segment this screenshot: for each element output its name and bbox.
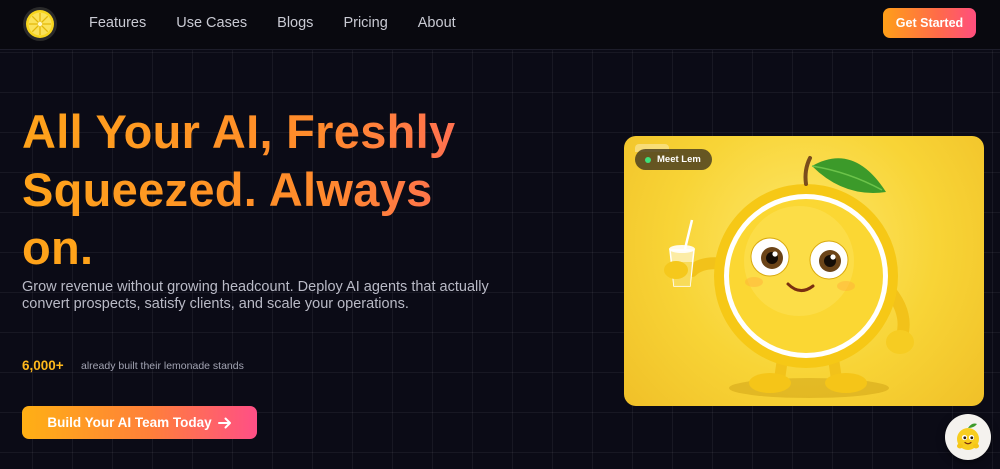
hero-subtitle: Grow revenue without growing headcount. …	[22, 279, 489, 312]
online-status-dot	[645, 156, 651, 163]
lemon-mascot-chat-icon	[957, 423, 979, 450]
headline-line-2: Squeezed. Always	[22, 161, 562, 219]
headline-line-3: on.	[22, 221, 94, 274]
stat-count: 6,000+	[22, 358, 64, 373]
build-ai-team-button[interactable]: Build Your AI Team Today	[22, 406, 257, 439]
nav-links: Features Use Cases Blogs Pricing About	[89, 15, 486, 31]
stat-description: already built their lemonade stands	[81, 360, 244, 372]
nav-link-about[interactable]: About	[418, 15, 456, 31]
chat-launcher-button[interactable]	[945, 414, 991, 460]
arrow-right-icon	[217, 417, 231, 428]
top-navbar: Features Use Cases Blogs Pricing About G…	[0, 0, 1000, 50]
meet-lem-badge: Meet Lem	[635, 149, 712, 170]
nav-link-features[interactable]: Features	[89, 15, 146, 31]
hero-headline: All Your AI, Freshly Squeezed. Always on…	[22, 103, 562, 277]
mascot-card: Meet Lem	[624, 136, 984, 406]
build-ai-team-label: Build Your AI Team Today	[47, 415, 212, 430]
lemon-logo-icon[interactable]	[22, 6, 58, 42]
headline-line-1: All Your AI, Freshly	[22, 103, 562, 161]
nav-link-use-cases[interactable]: Use Cases	[176, 15, 247, 31]
lemon-mascot-illustration	[664, 156, 914, 398]
nav-link-pricing[interactable]: Pricing	[343, 15, 387, 31]
get-started-button[interactable]: Get Started	[883, 8, 976, 38]
meet-lem-label: Meet Lem	[657, 154, 701, 165]
nav-link-blogs[interactable]: Blogs	[277, 15, 313, 31]
